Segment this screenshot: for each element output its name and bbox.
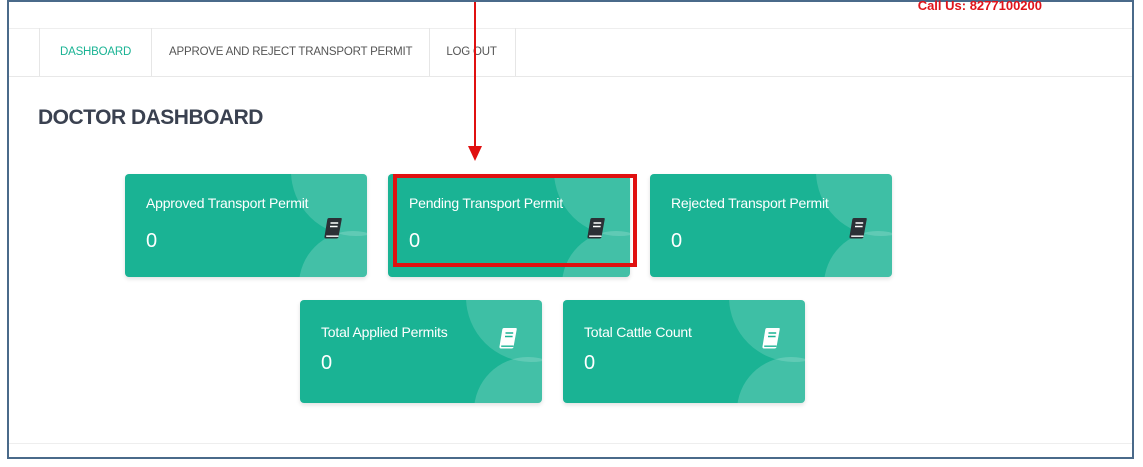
card-title: Rejected Transport Permit	[671, 195, 829, 211]
card-title: Total Applied Permits	[321, 324, 448, 340]
call-us-text: Call Us: 8277100200	[917, 0, 1042, 13]
card-title: Total Cattle Count	[584, 324, 692, 340]
card-value: 0	[671, 230, 683, 252]
card-value: 0	[584, 352, 596, 374]
nav-divider	[9, 76, 1132, 77]
nav-item-dashboard[interactable]: DASHBOARD	[39, 28, 151, 76]
card-total-cattle-count[interactable]: Total Cattle Count 0	[563, 300, 805, 403]
book-icon	[762, 328, 780, 349]
card-total-applied-permits[interactable]: Total Applied Permits 0	[300, 300, 542, 403]
nav-item-approve-reject[interactable]: APPROVE AND REJECT TRANSPORT PERMIT	[151, 28, 429, 76]
card-rejected-transport-permit[interactable]: Rejected Transport Permit 0	[650, 174, 892, 277]
book-icon	[849, 218, 867, 239]
page-frame: Call Us: 8277100200 DASHBOARD APPROVE AN…	[7, 0, 1134, 459]
annotation-arrow-head	[468, 146, 482, 161]
card-decor-circle	[474, 357, 542, 403]
card-value: 0	[146, 230, 158, 252]
book-icon	[499, 328, 517, 349]
card-title: Approved Transport Permit	[146, 195, 309, 211]
book-icon	[324, 218, 342, 239]
bottom-divider	[9, 443, 1132, 444]
annotation-highlight-box	[393, 174, 637, 267]
card-value: 0	[321, 352, 333, 374]
card-decor-circle	[737, 357, 805, 403]
page-title: DOCTOR DASHBOARD	[38, 106, 263, 129]
nav-item-logout[interactable]: LOG OUT	[429, 28, 516, 76]
card-approved-transport-permit[interactable]: Approved Transport Permit 0	[125, 174, 367, 277]
annotation-arrow-line	[474, 2, 476, 148]
main-nav: DASHBOARD APPROVE AND REJECT TRANSPORT P…	[39, 28, 516, 76]
